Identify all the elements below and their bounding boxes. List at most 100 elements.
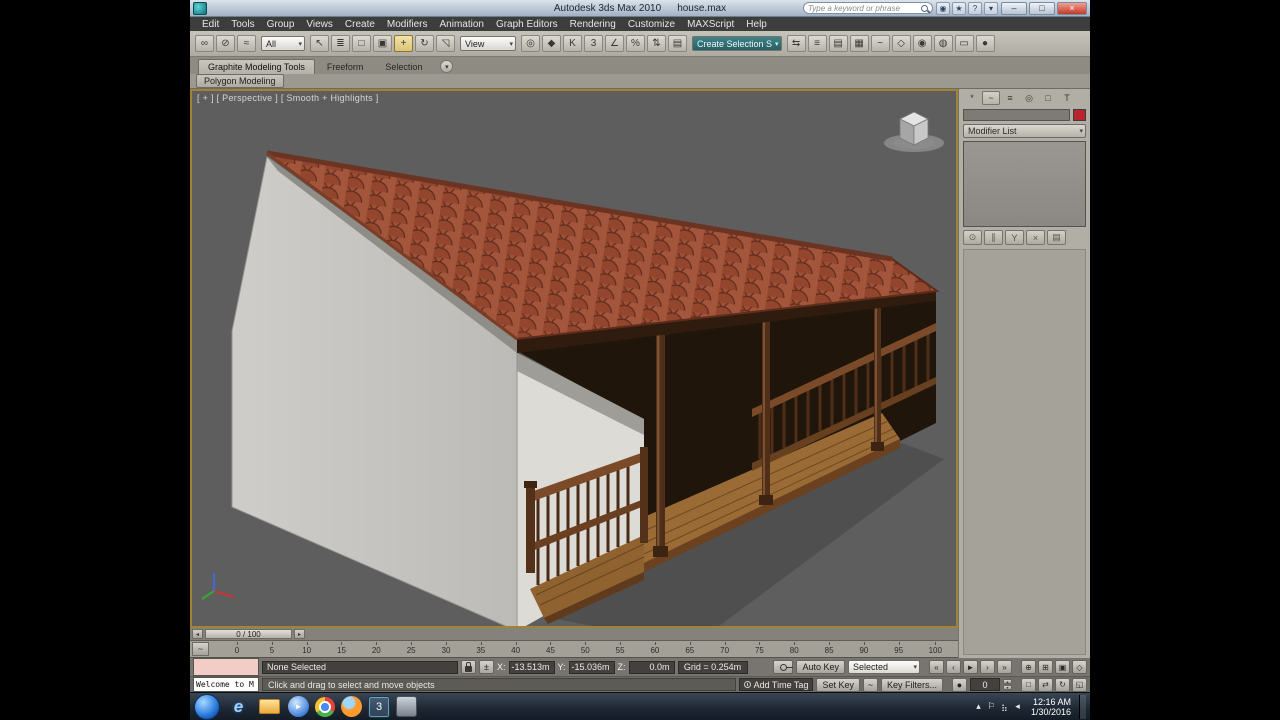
selection-lock-toggle[interactable]	[461, 660, 476, 674]
create-tab-icon[interactable]: *	[963, 91, 981, 105]
use-pivot-center-icon[interactable]: ◎	[521, 35, 540, 52]
edit-named-selection-sets-icon[interactable]: ▤	[668, 35, 687, 52]
infocenter-search-input[interactable]: Type a keyword or phrase	[803, 2, 933, 14]
network-status-icon[interactable]: ⣦	[999, 701, 1010, 712]
pin-stack-button[interactable]: ⊙	[963, 230, 982, 245]
select-and-manipulate-icon[interactable]: ◆	[542, 35, 561, 52]
select-and-rotate-icon[interactable]: ↻	[415, 35, 434, 52]
default-tangents-button[interactable]: ~	[862, 677, 878, 692]
y-coordinate-field[interactable]: -15.036m	[568, 660, 615, 674]
angle-snap-icon[interactable]: ∠	[605, 35, 624, 52]
tab-freeform[interactable]: Freeform	[317, 59, 374, 74]
menu-animation[interactable]: Animation	[433, 19, 489, 30]
3dsmax-app-icon[interactable]	[193, 1, 207, 15]
object-color-swatch[interactable]	[1073, 109, 1086, 121]
unlink-selection-icon[interactable]: ⊘	[216, 35, 235, 52]
time-slider[interactable]: 0 / 100	[205, 629, 292, 639]
zoom-all-button[interactable]: ⊞	[1038, 660, 1053, 674]
taskbar-clock[interactable]: 12:16 AM 1/30/2016	[1031, 697, 1071, 717]
3dsmax-taskbar-icon[interactable]: 3	[368, 695, 390, 718]
menu-modifiers[interactable]: Modifiers	[381, 19, 434, 30]
key-mode-toggle-button[interactable]: ●	[952, 677, 967, 692]
display-tab-icon[interactable]: □	[1039, 91, 1057, 105]
bind-to-space-warp-icon[interactable]: ≈	[237, 35, 256, 52]
menu-create[interactable]: Create	[339, 19, 381, 30]
menu-views[interactable]: Views	[300, 19, 339, 30]
communication-center-icon[interactable]: ◉	[936, 1, 950, 15]
secondary-app-icon[interactable]	[396, 696, 417, 717]
rectangular-selection-region-icon[interactable]: □	[352, 35, 371, 52]
absolute-mode-toggle[interactable]: ±	[479, 660, 494, 674]
viewport-label[interactable]: [ + ] [ Perspective ] [ Smooth + Highlig…	[197, 93, 379, 103]
z-coordinate-field[interactable]: 0.0m	[628, 660, 675, 674]
reference-coordinate-system-dropdown[interactable]: View ▾	[460, 36, 516, 51]
timeline-ruler[interactable]: ~ 0 5 10 15 20 25 30 35 40 45 50 55 60 65 70 75 80 85 90 95…	[190, 641, 958, 658]
zoom-extents-button[interactable]: ▣	[1055, 660, 1070, 674]
spinner-down-icon[interactable]: ▾	[1003, 685, 1012, 690]
object-name-field[interactable]	[963, 109, 1070, 121]
mirror-icon[interactable]: ⇆	[786, 35, 806, 52]
configure-modifier-sets-button[interactable]: ▤	[1047, 230, 1066, 245]
time-slider-left-arrow[interactable]: ◂	[192, 629, 203, 639]
chrome-icon[interactable]	[315, 696, 335, 717]
tab-selection[interactable]: Selection	[375, 59, 432, 74]
menu-customize[interactable]: Customize	[622, 19, 681, 30]
maximize-viewport-toggle-button[interactable]: ◱	[1072, 677, 1087, 692]
tab-graphite-modeling-tools[interactable]: Graphite Modeling Tools	[198, 59, 315, 74]
next-frame-button[interactable]: ›	[980, 660, 995, 674]
previous-frame-button[interactable]: ‹	[946, 660, 961, 674]
orbit-viewport-button[interactable]: ↻	[1055, 677, 1070, 692]
named-selection-sets-dropdown[interactable]: Create Selection S ▾	[692, 36, 782, 51]
motion-tab-icon[interactable]: ◎	[1020, 91, 1038, 105]
menu-graph-editors[interactable]: Graph Editors	[490, 19, 564, 30]
menu-group[interactable]: Group	[261, 19, 301, 30]
modifier-stack[interactable]	[963, 141, 1086, 227]
menu-tools[interactable]: Tools	[225, 19, 260, 30]
key-filters-button[interactable]: Key Filters...	[880, 677, 943, 692]
go-to-end-button[interactable]: »	[997, 660, 1012, 674]
material-editor-icon[interactable]: ◉	[912, 35, 932, 52]
hierarchy-tab-icon[interactable]: ≡	[1001, 91, 1019, 105]
curve-editor-icon[interactable]: ~	[870, 35, 890, 52]
frame-spinner[interactable]: ▴ ▾	[1003, 679, 1012, 690]
play-animation-button[interactable]: ►	[963, 660, 978, 674]
render-setup-icon[interactable]: ◍	[933, 35, 953, 52]
select-and-scale-icon[interactable]: ◹	[436, 35, 455, 52]
menu-help[interactable]: Help	[740, 19, 773, 30]
add-time-tag-button[interactable]: Add Time Tag	[738, 678, 814, 691]
mini-curve-editor-button[interactable]: ~	[192, 642, 209, 656]
menu-rendering[interactable]: Rendering	[564, 19, 622, 30]
selection-filter-dropdown[interactable]: All ▾	[261, 36, 305, 51]
action-center-icon[interactable]: ⚐	[986, 701, 997, 712]
start-button[interactable]	[194, 693, 220, 720]
current-frame-field[interactable]: 0	[970, 678, 1000, 691]
graphite-ribbon-toggle-icon[interactable]: ▦	[849, 35, 869, 52]
close-button[interactable]: ×	[1057, 1, 1087, 15]
x-coordinate-field[interactable]: -13.513m	[508, 660, 555, 674]
media-player-icon[interactable]: ►	[288, 696, 309, 717]
tab-polygon-modeling[interactable]: Polygon Modeling	[196, 74, 284, 88]
show-hidden-icons-button[interactable]: ▴	[973, 701, 984, 712]
search-icon[interactable]	[921, 4, 928, 12]
utilities-tab-icon[interactable]: T	[1058, 91, 1076, 105]
select-and-move-icon[interactable]: +	[394, 35, 413, 52]
modifier-list-dropdown[interactable]: Modifier List ▾	[963, 124, 1086, 138]
internet-explorer-icon[interactable]: e	[226, 695, 251, 719]
snaps-toggle-icon[interactable]: 3	[584, 35, 603, 52]
viewport[interactable]: [ + ] [ Perspective ] [ Smooth + Highlig…	[190, 89, 958, 628]
help-icon[interactable]: ?	[968, 1, 982, 15]
ribbon-config-icon[interactable]: ▾	[440, 60, 454, 73]
layer-manager-icon[interactable]: ▤	[828, 35, 848, 52]
menu-edit[interactable]: Edit	[196, 19, 225, 30]
make-unique-button[interactable]: Y	[1005, 230, 1024, 245]
show-end-result-button[interactable]: ∥	[984, 230, 1003, 245]
pan-view-button[interactable]: ⇄	[1038, 677, 1053, 692]
window-crossing-toggle-icon[interactable]: ▣	[373, 35, 392, 52]
spinner-snap-icon[interactable]: ⇅	[647, 35, 666, 52]
select-object-icon[interactable]: ↖	[310, 35, 329, 52]
select-and-link-icon[interactable]: ∞	[195, 35, 214, 52]
percent-snap-icon[interactable]: %	[626, 35, 645, 52]
zoom-region-button[interactable]: □	[1021, 677, 1036, 692]
key-mode-dropdown[interactable]: Selected ▾	[848, 660, 920, 674]
modify-tab-icon[interactable]: ~	[982, 91, 1000, 105]
